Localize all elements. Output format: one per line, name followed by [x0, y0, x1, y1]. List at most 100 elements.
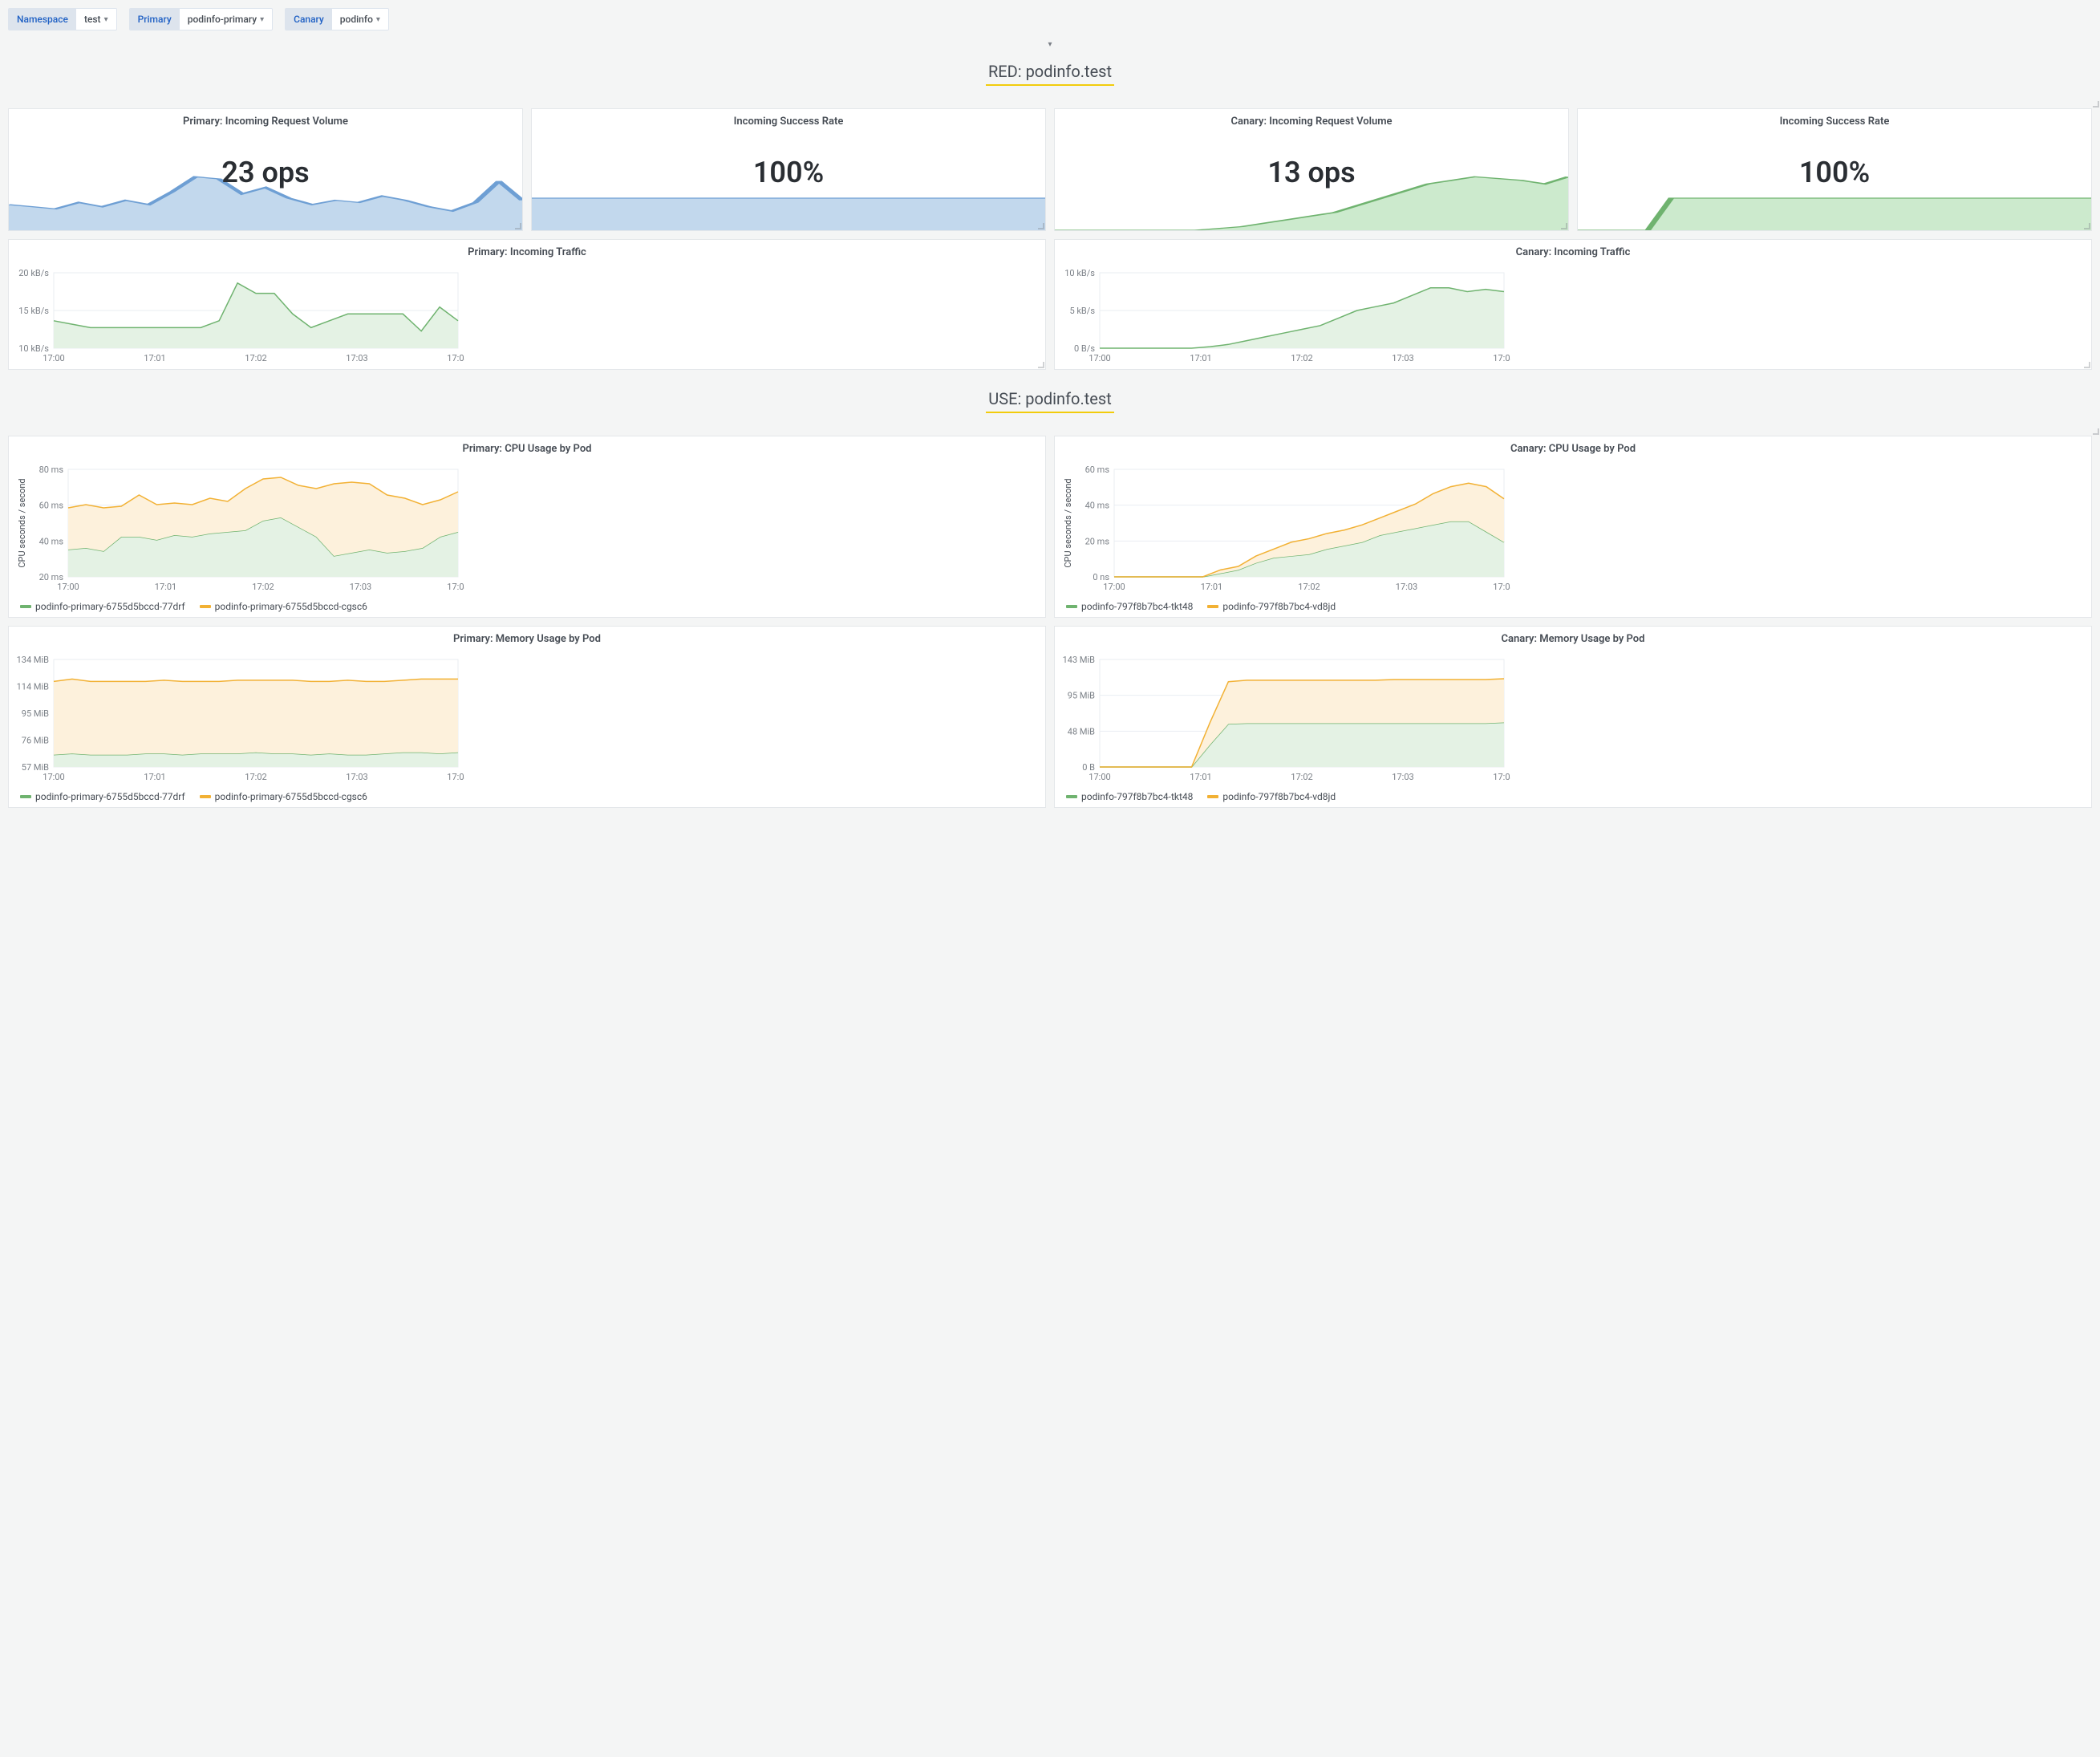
- legend-item[interactable]: podinfo-797f8b7bc4-tkt48: [1066, 601, 1193, 612]
- svg-text:17:04: 17:04: [447, 772, 464, 782]
- resize-handle-icon[interactable]: [1038, 362, 1044, 368]
- panel-title: Canary: Memory Usage by Pod: [1055, 627, 2091, 651]
- stat-value: 23 ops: [221, 156, 309, 189]
- panel-title: Primary: Incoming Request Volume: [9, 109, 522, 134]
- svg-text:17:02: 17:02: [252, 582, 274, 592]
- legend-item[interactable]: podinfo-797f8b7bc4-vd8jd: [1207, 601, 1336, 612]
- panel-title: Canary: CPU Usage by Pod: [1055, 436, 2091, 461]
- svg-text:134 MiB: 134 MiB: [17, 655, 50, 665]
- legend-label: podinfo-797f8b7bc4-tkt48: [1081, 601, 1193, 612]
- svg-text:17:00: 17:00: [1103, 582, 1125, 592]
- svg-text:5 kB/s: 5 kB/s: [1069, 306, 1095, 316]
- svg-text:17:01: 17:01: [144, 772, 165, 782]
- stat-value: 100%: [1799, 156, 1870, 189]
- legend: podinfo-primary-6755d5bccd-77drf podinfo-…: [9, 788, 1045, 807]
- cpu-row: Primary: CPU Usage by Pod 20 ms40 ms60 m…: [0, 436, 2100, 626]
- filter-canary[interactable]: Canary podinfo: [285, 8, 389, 30]
- variable-filters: Namespace test Primary podinfo-primary C…: [0, 0, 2100, 39]
- svg-text:95 MiB: 95 MiB: [1068, 691, 1095, 701]
- line-chart: 0 B/s5 kB/s10 kB/s17:0017:0117:0217:0317…: [1061, 268, 1510, 364]
- panel-primary-memory[interactable]: Primary: Memory Usage by Pod 57 MiB76 Mi…: [8, 626, 1046, 808]
- svg-text:CPU seconds / second: CPU seconds / second: [1063, 478, 1073, 567]
- line-chart: 0 ns20 ms40 ms60 ms17:0017:0117:0217:031…: [1061, 465, 1510, 593]
- filter-primary-value[interactable]: podinfo-primary: [180, 9, 272, 30]
- panel-primary-traffic[interactable]: Primary: Incoming Traffic 10 kB/s15 kB/s…: [8, 239, 1046, 370]
- svg-text:48 MiB: 48 MiB: [1068, 726, 1095, 736]
- svg-text:CPU seconds / second: CPU seconds / second: [17, 478, 27, 567]
- filter-primary-label: Primary: [130, 9, 180, 30]
- svg-text:17:02: 17:02: [245, 353, 266, 363]
- resize-handle-icon[interactable]: [2084, 223, 2090, 229]
- svg-text:114 MiB: 114 MiB: [17, 682, 50, 692]
- filter-canary-label: Canary: [286, 9, 332, 30]
- line-chart: 57 MiB76 MiB95 MiB114 MiB134 MiB17:0017:…: [15, 655, 464, 783]
- legend-label: podinfo-primary-6755d5bccd-cgsc6: [215, 601, 367, 612]
- section-title-use: USE: podinfo.test: [0, 378, 2100, 412]
- svg-text:10 kB/s: 10 kB/s: [1064, 268, 1095, 278]
- svg-text:143 MiB: 143 MiB: [1063, 655, 1096, 665]
- line-chart: 20 ms40 ms60 ms80 ms17:0017:0117:0217:03…: [15, 465, 464, 593]
- panel-primary-cpu[interactable]: Primary: CPU Usage by Pod 20 ms40 ms60 m…: [8, 436, 1046, 618]
- legend-item[interactable]: podinfo-797f8b7bc4-tkt48: [1066, 791, 1193, 802]
- panel-title: Incoming Success Rate: [532, 109, 1045, 134]
- resize-handle-icon[interactable]: [2084, 362, 2090, 368]
- resize-handle-icon[interactable]: [2093, 428, 2099, 435]
- legend-label: podinfo-primary-6755d5bccd-cgsc6: [215, 791, 367, 802]
- legend-item[interactable]: podinfo-primary-6755d5bccd-77drf: [20, 601, 185, 612]
- svg-text:40 ms: 40 ms: [39, 536, 64, 546]
- panel-title: Canary: Incoming Request Volume: [1055, 109, 1568, 134]
- filter-namespace[interactable]: Namespace test: [8, 8, 117, 30]
- panel-canary-memory[interactable]: Canary: Memory Usage by Pod 0 B48 MiB95 …: [1054, 626, 2092, 808]
- resize-handle-icon[interactable]: [2093, 101, 2099, 108]
- svg-text:17:01: 17:01: [1190, 353, 1211, 363]
- panel-title: Primary: Memory Usage by Pod: [9, 627, 1045, 651]
- legend-item[interactable]: podinfo-797f8b7bc4-vd8jd: [1207, 791, 1336, 802]
- stat-row: Primary: Incoming Request Volume 23 ops …: [0, 108, 2100, 239]
- svg-text:17:02: 17:02: [1298, 582, 1320, 592]
- panel-title: Incoming Success Rate: [1578, 109, 2091, 134]
- legend: podinfo-797f8b7bc4-tkt48 podinfo-797f8b7b…: [1055, 788, 2091, 807]
- panel-canary-success-rate[interactable]: Incoming Success Rate 100%: [1577, 108, 2092, 231]
- panel-canary-request-volume[interactable]: Canary: Incoming Request Volume 13 ops: [1054, 108, 1569, 231]
- svg-text:17:00: 17:00: [57, 582, 79, 592]
- svg-text:17:04: 17:04: [1493, 582, 1510, 592]
- section-underline-red: [986, 84, 1114, 86]
- legend-label: podinfo-797f8b7bc4-vd8jd: [1222, 601, 1336, 612]
- panel-canary-traffic[interactable]: Canary: Incoming Traffic 0 B/s5 kB/s10 k…: [1054, 239, 2092, 370]
- resize-handle-icon[interactable]: [515, 223, 521, 229]
- svg-text:95 MiB: 95 MiB: [22, 708, 49, 719]
- legend-item[interactable]: podinfo-primary-6755d5bccd-cgsc6: [200, 791, 367, 802]
- svg-text:17:01: 17:01: [1190, 772, 1211, 782]
- svg-text:17:03: 17:03: [346, 772, 367, 782]
- svg-text:17:00: 17:00: [1089, 772, 1110, 782]
- legend-label: podinfo-primary-6755d5bccd-77drf: [35, 601, 185, 612]
- panel-canary-cpu[interactable]: Canary: CPU Usage by Pod 0 ns20 ms40 ms6…: [1054, 436, 2092, 618]
- legend-item[interactable]: podinfo-primary-6755d5bccd-cgsc6: [200, 601, 367, 612]
- svg-text:17:01: 17:01: [1201, 582, 1222, 592]
- svg-text:17:04: 17:04: [447, 582, 464, 592]
- panel-primary-request-volume[interactable]: Primary: Incoming Request Volume 23 ops: [8, 108, 523, 231]
- svg-text:17:02: 17:02: [1291, 353, 1312, 363]
- svg-text:60 ms: 60 ms: [1085, 465, 1110, 475]
- filter-primary[interactable]: Primary podinfo-primary: [129, 8, 274, 30]
- resize-handle-icon[interactable]: [1561, 223, 1567, 229]
- svg-text:80 ms: 80 ms: [39, 465, 64, 475]
- svg-text:76 MiB: 76 MiB: [22, 736, 49, 746]
- traffic-row: Primary: Incoming Traffic 10 kB/s15 kB/s…: [0, 239, 2100, 378]
- svg-text:17:00: 17:00: [43, 353, 64, 363]
- svg-text:17:00: 17:00: [1089, 353, 1110, 363]
- legend-label: podinfo-797f8b7bc4-vd8jd: [1222, 791, 1336, 802]
- svg-text:17:00: 17:00: [43, 772, 64, 782]
- resize-handle-icon[interactable]: [1038, 223, 1044, 229]
- legend-label: podinfo-primary-6755d5bccd-77drf: [35, 791, 185, 802]
- panel-primary-success-rate[interactable]: Incoming Success Rate 100%: [531, 108, 1046, 231]
- row-collapse-icon[interactable]: ▾: [0, 39, 2100, 51]
- filter-canary-value[interactable]: podinfo: [332, 9, 388, 30]
- svg-text:40 ms: 40 ms: [1085, 501, 1110, 511]
- panel-title: Canary: Incoming Traffic: [1055, 240, 2091, 265]
- legend-item[interactable]: podinfo-primary-6755d5bccd-77drf: [20, 791, 185, 802]
- line-chart: 0 B48 MiB95 MiB143 MiB17:0017:0117:0217:…: [1061, 655, 1510, 783]
- svg-text:17:01: 17:01: [144, 353, 165, 363]
- filter-namespace-value[interactable]: test: [76, 9, 116, 30]
- svg-text:17:02: 17:02: [245, 772, 266, 782]
